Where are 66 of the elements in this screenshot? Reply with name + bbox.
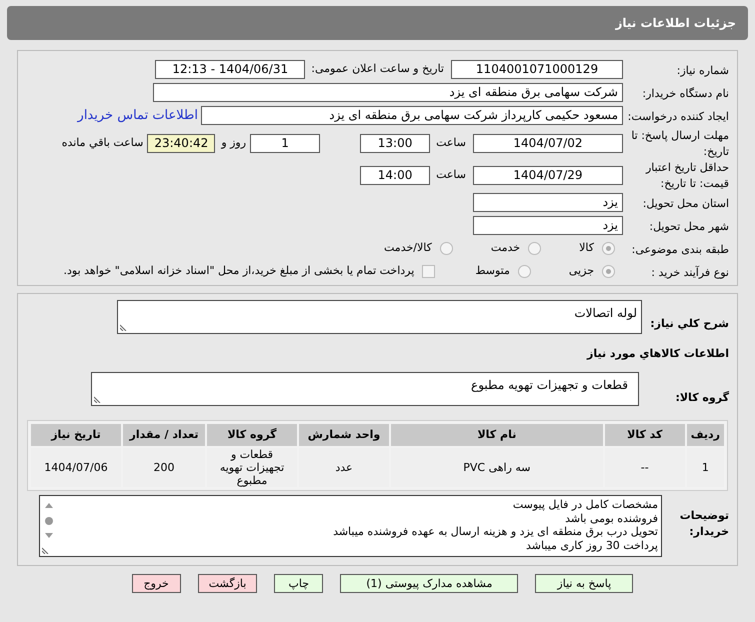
- radio-button[interactable]: [518, 265, 531, 278]
- column-header: تعداد / مقدار: [123, 424, 205, 446]
- text-field[interactable]: 1: [250, 134, 320, 152]
- resize-grip-icon: [120, 323, 128, 331]
- field-label: طبقه بندی موضوعی:: [632, 242, 729, 256]
- text-field[interactable]: 13:00: [360, 134, 430, 152]
- text-field[interactable]: شرکت سهامی برق منطقه ای یزد: [153, 83, 623, 102]
- header-title: جزئیات اطلاعات نیاز: [615, 15, 736, 32]
- field-label: خدمت: [490, 240, 520, 256]
- action-button[interactable]: خروج: [132, 574, 181, 593]
- field-label: جزیی: [568, 263, 594, 280]
- resize-grip-icon: [94, 395, 102, 403]
- field-label: استان محل تحویل:: [642, 196, 729, 210]
- column-header: گروه کالا: [207, 424, 297, 446]
- field-label: اطلاعات کالاهاي مورد نياز: [587, 347, 729, 360]
- text-field[interactable]: 1404/07/29: [473, 166, 623, 184]
- action-button[interactable]: پاسخ به نیاز: [535, 574, 634, 593]
- text-field[interactable]: یزد: [473, 216, 623, 235]
- field-label: روز و: [221, 134, 246, 151]
- text-field[interactable]: 14:00: [360, 166, 430, 184]
- contact-link[interactable]: اطلاعات تماس خریدار: [78, 106, 198, 126]
- field-label: نوع فرآیند خرید :: [651, 266, 729, 278]
- resize-grip-icon: [42, 546, 50, 554]
- field-label: شرح کلي نياز:: [650, 317, 729, 330]
- countdown-field[interactable]: 23:40:42: [147, 134, 216, 152]
- field-label: گروه کالا:: [675, 391, 729, 404]
- text-field[interactable]: یزد: [473, 193, 623, 212]
- text-field[interactable]: 1104001071000129: [451, 60, 623, 79]
- field-label: کالا: [579, 240, 594, 256]
- goods-group-field[interactable]: قطعات و تجهیزات تهویه مطبوع: [91, 372, 639, 406]
- text-field[interactable]: مسعود حکیمی کارپرداز شرکت سهامی برق منطقه ای یزد: [201, 106, 623, 125]
- action-button[interactable]: مشاهده مدارک پیوستی (1): [340, 574, 518, 593]
- radio-button[interactable]: [528, 242, 542, 255]
- field-label: متوسط: [475, 263, 510, 280]
- field-label: شماره نیاز:: [676, 64, 729, 76]
- column-header: نام کالا: [391, 424, 603, 446]
- field-label: ساعت: [436, 166, 466, 183]
- field-label: ساعت باقي مانده: [62, 134, 144, 151]
- action-button[interactable]: بازگشت: [198, 574, 258, 593]
- note-line: تحویل درب برق منطقه ای یزد و هزینه ارسال به عهده فروشنده میباشد: [333, 525, 658, 538]
- column-header: واحد شمارش: [299, 424, 389, 446]
- text-field[interactable]: 1404/06/31 - 12:13: [155, 60, 306, 79]
- field-label: مهلت ارسال پاسخ: تا تاریخ:: [631, 129, 729, 158]
- field-label: پرداخت تمام یا بخشی از مبلغ خرید،از محل "اسناد خزانه اسلامی" خواهد بود.: [64, 263, 414, 280]
- field-label: کالا/خدمت: [384, 240, 432, 256]
- column-header: رديف: [686, 424, 724, 446]
- action-button[interactable]: چاپ: [274, 574, 324, 593]
- field-label: نام دستگاه خریدار:: [642, 86, 729, 100]
- notes-field[interactable]: مشخصات کامل در فایل پیوست فروشنده بومی باشد تحویل درب برق منطقه ای یزد و هزینه ارسال به عهده فروشنده میباشد پرداخت 30 روز کاری میباشد: [39, 495, 662, 557]
- note-line: مشخصات کامل در فایل پیوست: [512, 498, 658, 512]
- field-label: ایجاد کننده درخواست:: [628, 110, 729, 122]
- field-label: توضیحات خریدار:: [680, 509, 729, 538]
- field-label: شهر محل تحویل:: [649, 220, 729, 232]
- field-label: ساعت: [436, 134, 466, 151]
- radio-button[interactable]: [602, 265, 615, 278]
- radio-button[interactable]: [602, 242, 615, 255]
- column-header: تاریخ نیاز: [31, 424, 121, 446]
- note-line: فروشنده بومی باشد: [565, 512, 658, 525]
- column-header: کد کالا: [604, 424, 685, 446]
- text-field[interactable]: 1404/07/02: [473, 134, 623, 152]
- field-label: حداقل تاریخ اعتبار قیمت: تا تاریخ:: [646, 161, 729, 190]
- field-label: تاریخ و ساعت اعلان عمومی:: [311, 61, 444, 78]
- note-line: پرداخت 30 روز کاری میباشد: [526, 538, 658, 552]
- checkbox[interactable]: [422, 265, 436, 278]
- radio-button[interactable]: [440, 242, 453, 255]
- description-field[interactable]: لوله اتصالات: [117, 300, 642, 334]
